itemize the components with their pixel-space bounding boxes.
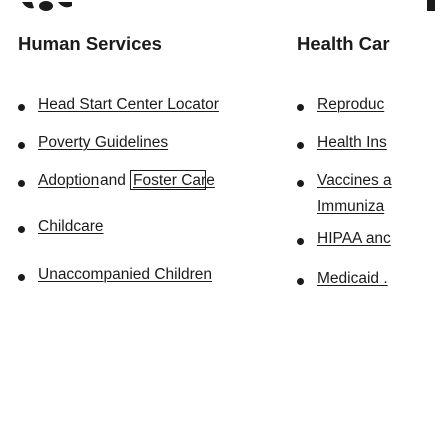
foster-care-link[interactable]: Foster Care [133,172,215,190]
bullet-icon [297,142,304,149]
section-heading: Human Services [18,33,162,54]
section-heading: Health Car [297,33,390,54]
unaccompanied-children-link[interactable]: Unaccompanied Children [38,266,212,284]
poverty-guidelines-link[interactable]: Poverty Guidelines [38,134,168,152]
logo-fragment-icon [22,1,72,11]
reproductive-health-link[interactable]: Reproduc [317,96,384,114]
vaccines-link[interactable]: Vaccines a [317,172,392,190]
bullet-icon [297,238,304,245]
logo-fragment-right-icon [427,0,435,11]
adoption-link[interactable]: Adoption [38,172,99,190]
hipaa-link[interactable]: HIPAA anc [317,230,391,248]
bullet-icon [18,104,25,111]
bullet-icon [297,180,304,187]
bullet-icon [18,226,25,233]
bullet-icon [18,274,25,281]
health-insurance-link[interactable]: Health Ins [317,134,387,152]
head-start-center-locator-link[interactable]: Head Start Center Locator [38,96,219,114]
bullet-icon [297,278,304,285]
childcare-link[interactable]: Childcare [38,218,103,236]
immunization-link[interactable]: Immuniza [317,198,384,216]
bullet-icon [297,104,304,111]
and-text: and [100,172,126,189]
medicaid-link[interactable]: Medicaid . [317,270,388,288]
bullet-icon [18,142,25,149]
bullet-icon [18,180,25,187]
